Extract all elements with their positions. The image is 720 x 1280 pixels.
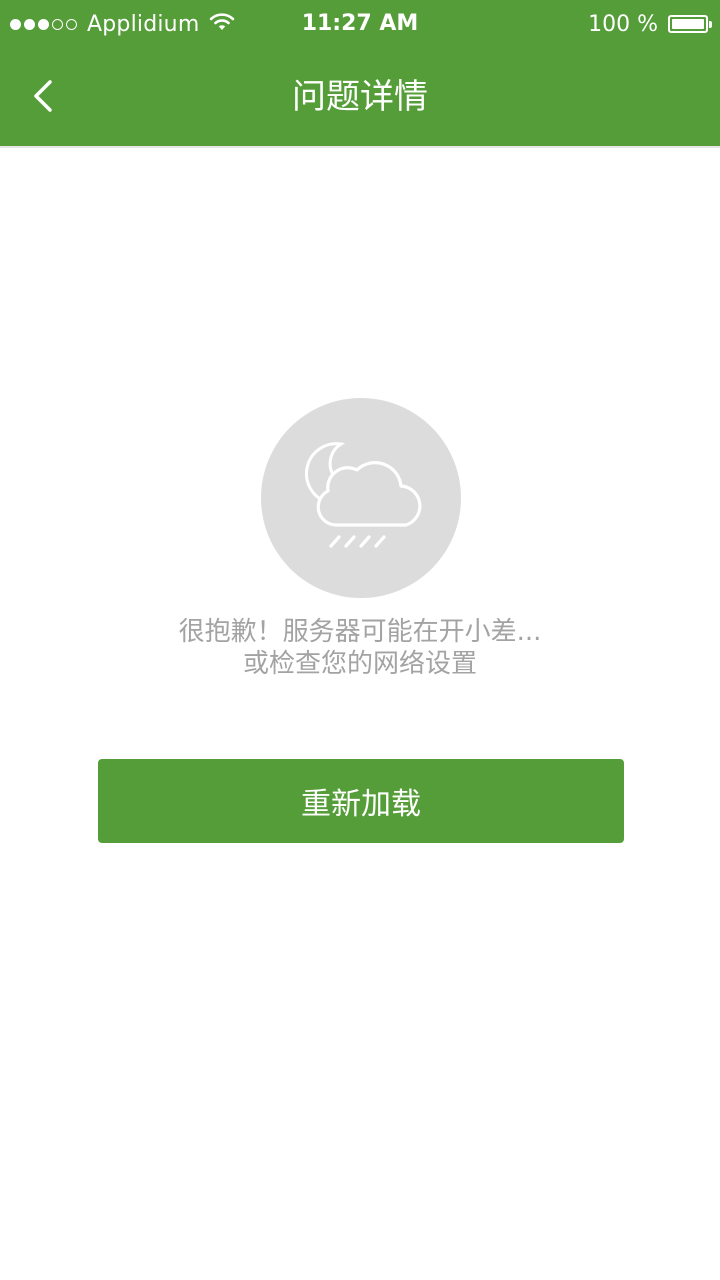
battery-tip [709,21,712,28]
navigation-bar: 问题详情 [0,48,720,146]
nav-divider [0,146,720,148]
status-bar: Applidium 11:27 AM 100 % [0,0,720,48]
reload-button[interactable]: 重新加载 [98,759,624,843]
error-illustration [261,398,461,598]
reload-button-label: 重新加载 [301,787,421,822]
error-message-line2: 或检查您的网络设置 [242,649,477,679]
battery-fill [672,19,704,29]
night-rain-cloud-icon [305,442,422,548]
status-right: 100 % [588,0,712,48]
page-title: 问题详情 [292,77,428,117]
error-message: 很抱歉！服务器可能在开小差... 或检查您的网络设置 [0,616,720,680]
battery-icon [668,15,712,33]
error-message-line1: 很抱歉！服务器可能在开小差... [178,617,542,647]
battery-percentage: 100 % [588,11,658,37]
